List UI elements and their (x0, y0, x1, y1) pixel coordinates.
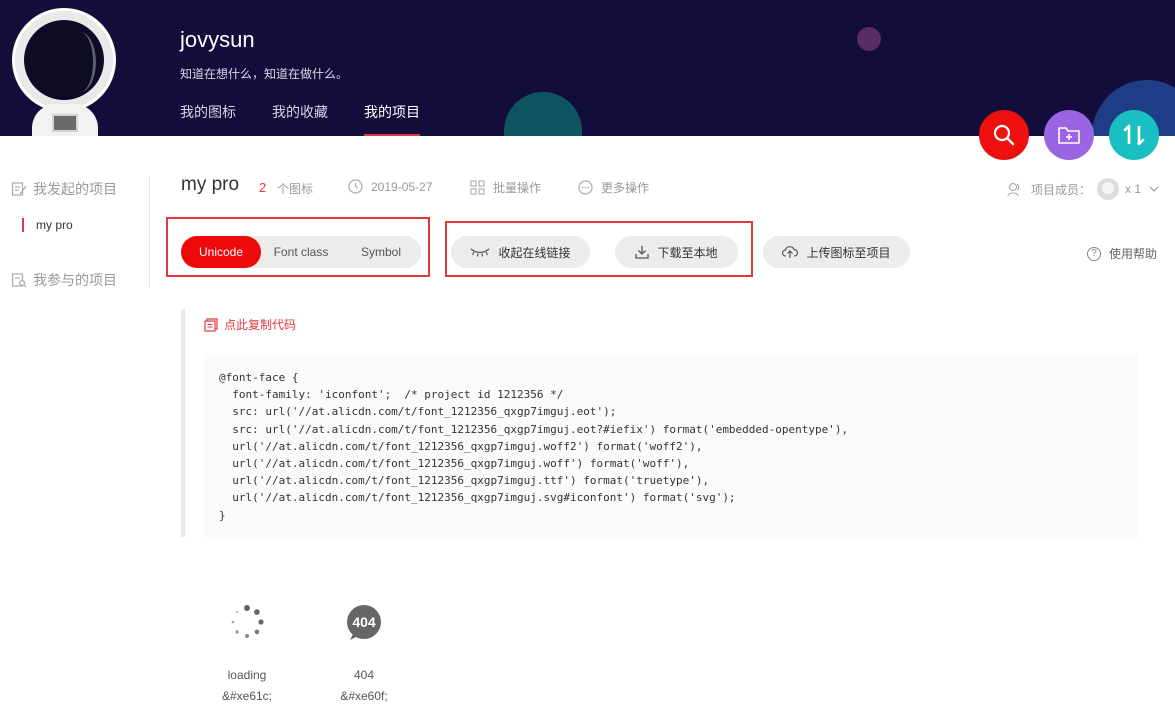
sidebar-divider (149, 176, 150, 288)
sort-button[interactable] (1109, 110, 1159, 160)
collapse-online-link-button[interactable]: 收起在线链接 (451, 236, 590, 268)
search-doc-icon (11, 273, 27, 288)
tab-my-icons[interactable]: 我的图标 (180, 103, 236, 136)
question-icon: ? (1087, 246, 1101, 261)
upload-icons-button[interactable]: 上传图标至项目 (763, 236, 910, 268)
icon-name: 404 (353, 668, 375, 682)
batch-operations-label: 批量操作 (493, 181, 542, 195)
format-switch: Unicode Font class Symbol (181, 236, 421, 268)
cloud-upload-icon (782, 246, 799, 258)
icon-code: &#xe61c; (221, 689, 273, 703)
search-icon (993, 124, 1015, 146)
icon-count: 2 (259, 180, 267, 195)
more-operations-label: 更多操作 (601, 181, 650, 195)
chevron-down-icon (1149, 186, 1159, 192)
copy-code-button[interactable]: 点此复制代码 (204, 316, 296, 333)
tab-unicode[interactable]: Unicode (181, 236, 261, 268)
icon-card-loading[interactable]: loading &#xe61c; (202, 598, 292, 703)
project-date: 2019-05-27 (348, 179, 432, 194)
project-sidebar: 我发起的项目 my pro 我参与的项目 (0, 136, 150, 711)
avatar[interactable] (12, 8, 116, 136)
sidebar-joined-projects[interactable]: 我参与的项目 (11, 270, 117, 290)
icon-name: loading (227, 668, 267, 682)
download-button[interactable]: 下载至本地 (615, 236, 738, 268)
tab-my-favorites[interactable]: 我的收藏 (272, 103, 328, 136)
icon-count-label: 个图标 (277, 182, 314, 196)
upload-icons-label: 上传图标至项目 (806, 245, 891, 260)
icon-card-404[interactable]: 404 404 &#xe60f; (319, 598, 409, 703)
tab-font-class[interactable]: Font class (261, 236, 341, 268)
tab-symbol[interactable]: Symbol (341, 236, 421, 268)
project-members[interactable]: 项目成员： x 1 (1007, 178, 1159, 200)
decor-planet-teal (504, 92, 582, 136)
more-operations-button[interactable]: 更多操作 (578, 179, 649, 196)
grid-icon (470, 180, 485, 195)
download-label: 下载至本地 (657, 245, 718, 260)
copy-icon (204, 317, 218, 332)
member-avatar (1097, 178, 1120, 200)
project-date-text: 2019-05-27 (371, 179, 433, 194)
sidebar-item-my-pro[interactable]: my pro (22, 218, 73, 232)
404-icon: 404 (319, 598, 409, 646)
sidebar-initiated-projects[interactable]: 我发起的项目 (11, 179, 117, 199)
project-title: my pro (181, 174, 240, 195)
help-label: 使用帮助 (1109, 247, 1158, 261)
batch-operations-button[interactable]: 批量操作 (470, 179, 541, 196)
copy-code-label: 点此复制代码 (224, 318, 297, 332)
loading-icon (202, 598, 292, 646)
sort-icon (1123, 124, 1145, 146)
code-block[interactable]: @font-face { font-family: 'iconfont'; /*… (204, 353, 1138, 537)
sidebar-joined-label: 我参与的项目 (33, 272, 117, 288)
username: jovysun (180, 27, 255, 52)
icon-code: &#xe60f; (340, 689, 388, 703)
eye-closed-icon (471, 248, 490, 257)
download-icon (635, 246, 650, 259)
search-button[interactable] (979, 110, 1029, 160)
404-glyph-text: 404 (352, 614, 376, 630)
members-count: x 1 (1125, 182, 1142, 196)
edit-doc-icon (11, 182, 27, 196)
profile-tabs: 我的图标 我的收藏 我的项目 (180, 103, 456, 136)
members-label: 项目成员： (1031, 182, 1092, 197)
collapse-online-link-label: 收起在线链接 (498, 245, 571, 260)
new-project-button[interactable] (1044, 110, 1094, 160)
members-icon (1007, 182, 1020, 196)
clock-icon (348, 179, 363, 194)
help-link[interactable]: ? 使用帮助 (1087, 245, 1157, 262)
user-motto: 知道在想什么，知道在做什么。 (180, 67, 349, 81)
more-icon (578, 180, 593, 195)
decor-planet-small (857, 27, 881, 51)
sidebar-initiated-label: 我发起的项目 (33, 181, 117, 197)
tab-my-projects[interactable]: 我的项目 (364, 103, 420, 136)
folder-plus-icon (1058, 127, 1080, 144)
